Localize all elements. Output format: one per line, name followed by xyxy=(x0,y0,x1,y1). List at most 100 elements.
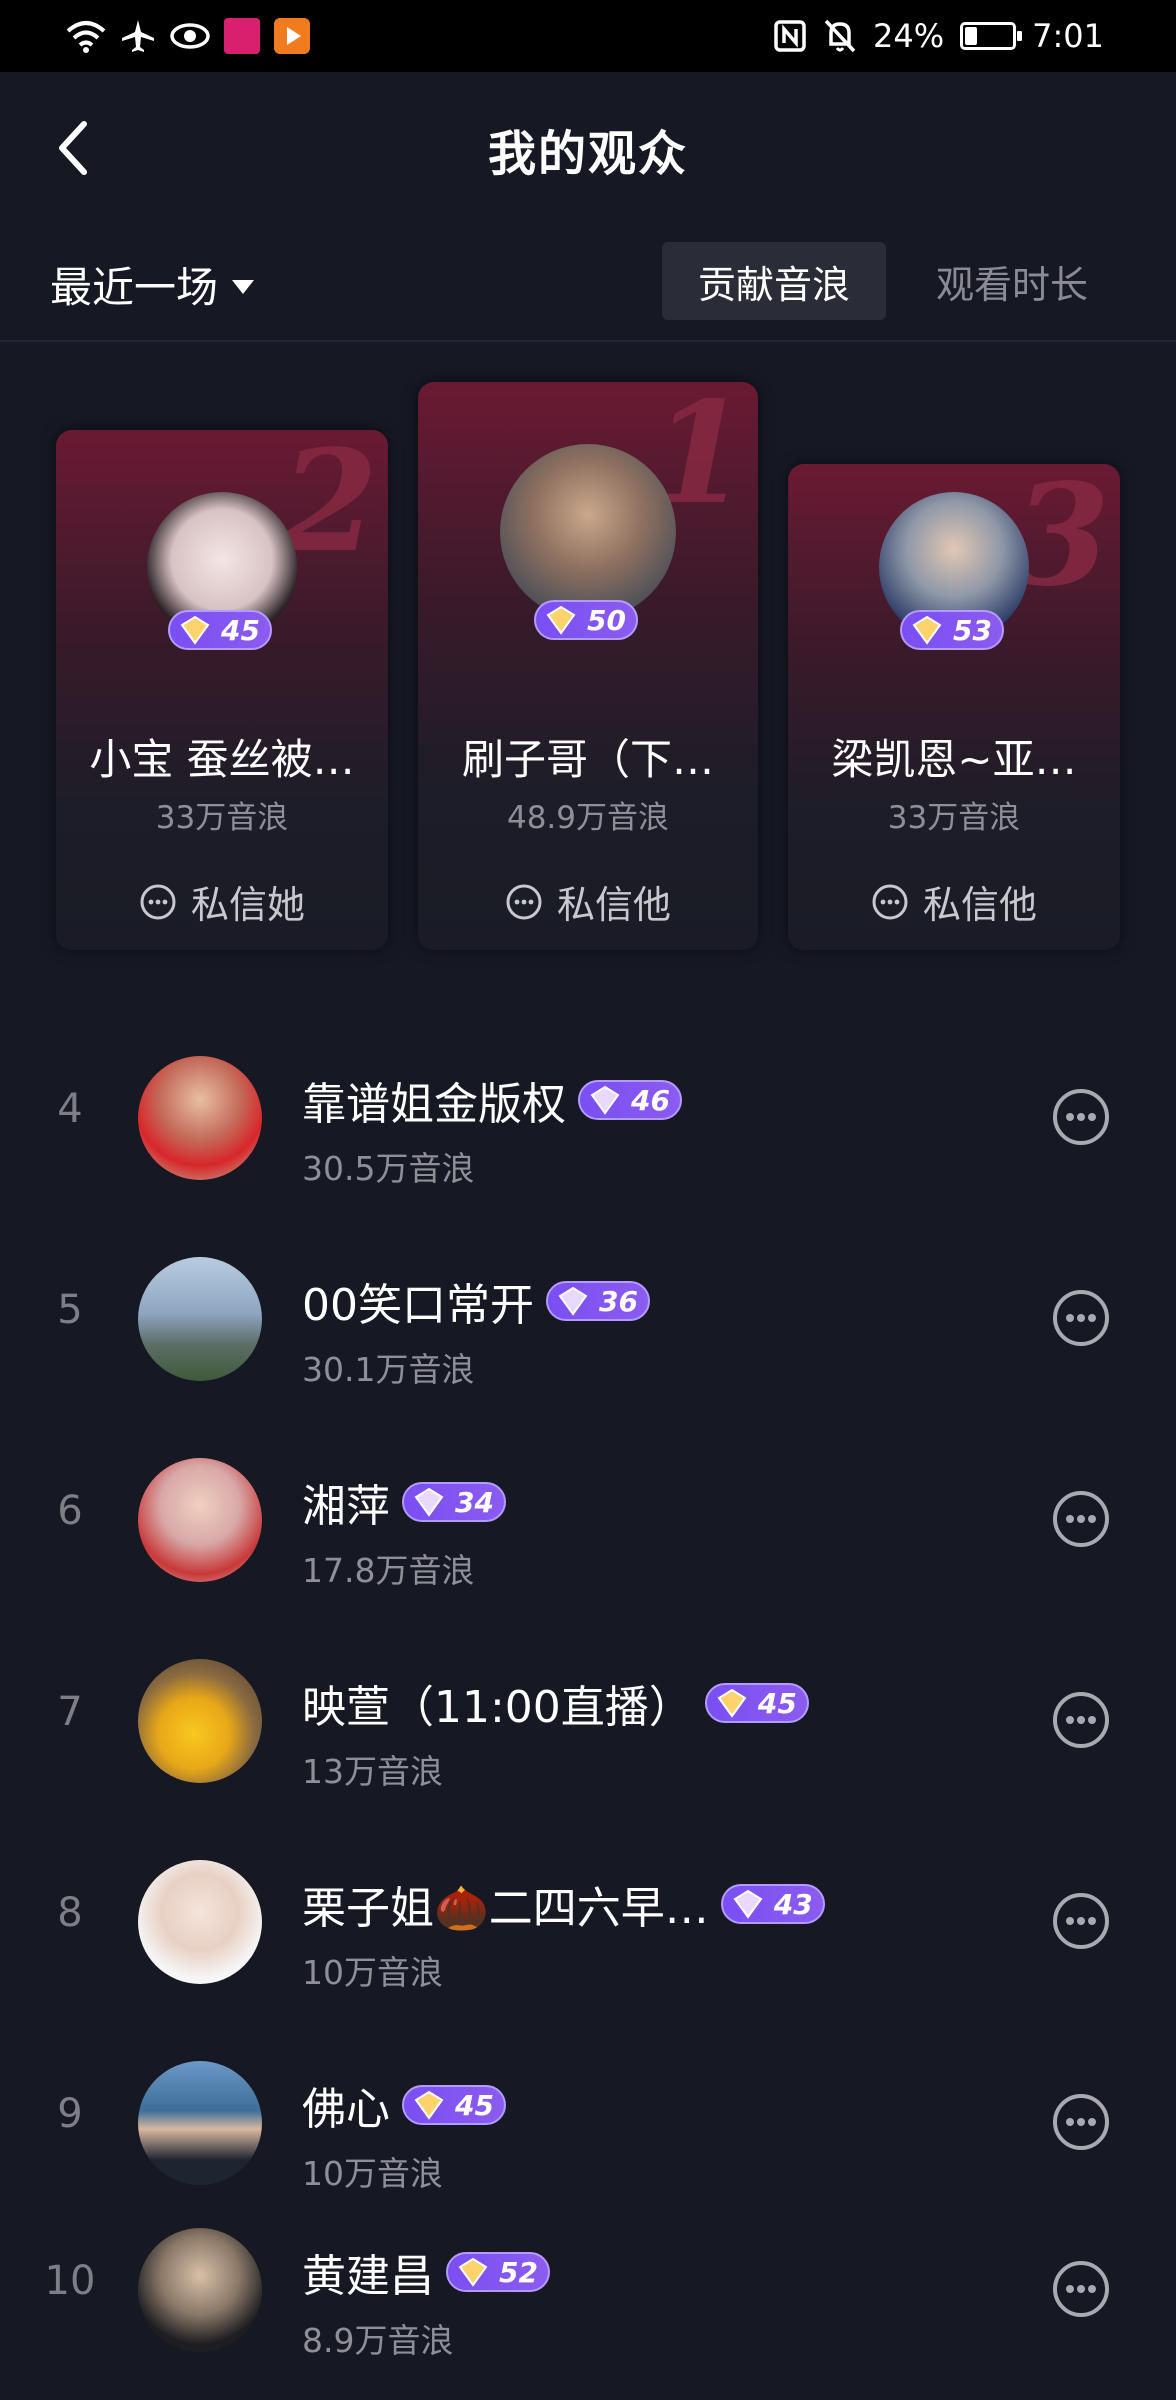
clock: 7:01 xyxy=(1032,17,1104,55)
mute-bell-icon xyxy=(824,19,856,53)
gem-icon xyxy=(458,2257,488,2287)
level-badge: 45 xyxy=(168,610,272,650)
viewer-name: 湘萍 xyxy=(302,1481,390,1532)
wifi-icon xyxy=(66,21,106,53)
rank-number: 6 xyxy=(57,1488,83,1534)
list-item[interactable]: 6 湘萍 34 17.8万音浪 xyxy=(0,1420,1176,1620)
dm-button[interactable]: 私信她 xyxy=(56,874,388,929)
status-bar: 24% 7:01 xyxy=(0,0,1176,72)
rank-number: 4 xyxy=(57,1086,83,1132)
list-item[interactable]: 10 黄建昌 52 8.9万音浪 xyxy=(0,2190,1176,2390)
dm-label: 私信他 xyxy=(922,883,1037,927)
viewer-amount: 13万音浪 xyxy=(302,1752,443,1791)
podium-name: 刷子哥（下… xyxy=(461,735,714,784)
viewer-amount: 30.1万音浪 xyxy=(302,1350,475,1389)
viewer-name: 靠谱姐金版权 xyxy=(302,1079,566,1130)
battery-icon xyxy=(960,22,1023,50)
viewer-amount: 10万音浪 xyxy=(302,1953,443,1992)
viewer-name: 映萱（11:00直播） xyxy=(302,1682,693,1733)
status-left-icons xyxy=(66,14,310,58)
level-badge: 50 xyxy=(534,600,638,640)
viewer-name: 栗子姐🌰二四六早… xyxy=(302,1883,709,1934)
podium-card-2[interactable]: 2 45 小宝 蚕丝被… 33万音浪 私信她 xyxy=(56,430,388,950)
gem-icon xyxy=(717,1688,747,1718)
level-badge: 45 xyxy=(402,2085,506,2125)
gem-icon xyxy=(590,1085,620,1115)
podium-card-1[interactable]: 1 50 刷子哥（下… 48.9万音浪 私信他 xyxy=(418,382,758,950)
tab-contribution[interactable]: 贡献音浪 xyxy=(662,242,886,320)
page-title: 我的观众 xyxy=(487,126,688,182)
gem-icon xyxy=(912,615,942,645)
nfc-icon xyxy=(774,20,806,52)
viewer-amount: 17.8万音浪 xyxy=(302,1551,475,1590)
level-badge: 53 xyxy=(900,610,1004,650)
avatar[interactable] xyxy=(138,2228,262,2352)
filter-row: 最近一场 贡献音浪 观看时长 xyxy=(0,224,1176,342)
viewer-name: 佛心 xyxy=(302,2084,390,2135)
message-icon[interactable] xyxy=(1050,1287,1112,1349)
gem-icon xyxy=(180,615,210,645)
level-badge: 34 xyxy=(402,1482,506,1522)
message-icon[interactable] xyxy=(1050,1086,1112,1148)
chat-bubble-icon xyxy=(140,884,176,919)
app-icon-pink xyxy=(224,18,260,54)
dm-button[interactable]: 私信他 xyxy=(788,874,1120,929)
podium-rank: 3 xyxy=(1012,464,1110,618)
rank-number: 10 xyxy=(44,2258,96,2304)
podium-amount: 33万音浪 xyxy=(155,800,289,836)
rank-number: 5 xyxy=(57,1287,83,1333)
rank-number: 8 xyxy=(57,1890,83,1936)
message-icon[interactable] xyxy=(1050,1689,1112,1751)
eye-icon xyxy=(170,23,210,49)
rank-number: 7 xyxy=(57,1689,83,1735)
gem-icon xyxy=(414,2090,444,2120)
viewer-name: 00笑口常开 xyxy=(302,1280,534,1331)
message-icon[interactable] xyxy=(1050,1488,1112,1550)
message-icon[interactable] xyxy=(1050,2091,1112,2153)
battery-percent: 24% xyxy=(873,17,945,55)
chat-bubble-icon xyxy=(872,884,908,919)
gem-icon xyxy=(558,1286,588,1316)
avatar[interactable] xyxy=(138,1056,262,1180)
viewer-amount: 30.5万音浪 xyxy=(302,1149,475,1188)
dm-label: 私信她 xyxy=(190,883,305,927)
message-icon[interactable] xyxy=(1050,2258,1112,2320)
level-badge: 52 xyxy=(446,2252,550,2292)
level-badge: 36 xyxy=(546,1281,650,1321)
list-item[interactable]: 5 00笑口常开 36 30.1万音浪 xyxy=(0,1219,1176,1419)
range-label: 最近一场 xyxy=(50,263,219,312)
podium-name: 梁凯恩~亚… xyxy=(831,735,1077,784)
app-icon-orange xyxy=(274,18,310,54)
tab-watch-time[interactable]: 观看时长 xyxy=(900,242,1124,320)
viewer-amount: 8.9万音浪 xyxy=(302,2321,454,2360)
message-icon[interactable] xyxy=(1050,1890,1112,1952)
avatar[interactable] xyxy=(500,444,676,620)
podium-amount: 33万音浪 xyxy=(887,800,1021,836)
avatar[interactable] xyxy=(138,1257,262,1381)
level-badge: 43 xyxy=(720,1884,825,1924)
viewer-name: 黄建昌 xyxy=(302,2251,434,2302)
avatar[interactable] xyxy=(138,1860,262,1984)
dm-button[interactable]: 私信他 xyxy=(418,874,758,929)
podium-name: 小宝 蚕丝被… xyxy=(89,735,355,784)
avatar[interactable] xyxy=(138,1659,262,1783)
range-dropdown[interactable]: 最近一场 xyxy=(50,254,255,315)
chat-bubble-icon xyxy=(506,884,542,919)
podium-amount: 48.9万音浪 xyxy=(506,800,670,836)
dm-label: 私信他 xyxy=(556,883,671,927)
viewer-amount: 10万音浪 xyxy=(302,2154,443,2193)
podium-card-3[interactable]: 3 53 梁凯恩~亚… 33万音浪 私信他 xyxy=(788,464,1120,950)
list-item[interactable]: 8 栗子姐🌰二四六早… 43 10万音浪 xyxy=(0,1822,1176,2022)
airplane-icon xyxy=(122,20,154,52)
gem-icon xyxy=(414,1487,444,1517)
gem-icon xyxy=(733,1889,763,1919)
list-item[interactable]: 4 靠谱姐金版权 46 30.5万音浪 xyxy=(0,1018,1176,1218)
rank-number: 9 xyxy=(57,2091,83,2137)
header: 我的观众 xyxy=(0,72,1176,224)
avatar[interactable] xyxy=(138,2061,262,2185)
avatar[interactable] xyxy=(138,1458,262,1582)
caret-down-icon xyxy=(232,279,255,294)
list-item[interactable]: 7 映萱（11:00直播） 45 13万音浪 xyxy=(0,1621,1176,1821)
gem-icon xyxy=(546,605,576,635)
level-badge: 45 xyxy=(704,1683,809,1723)
